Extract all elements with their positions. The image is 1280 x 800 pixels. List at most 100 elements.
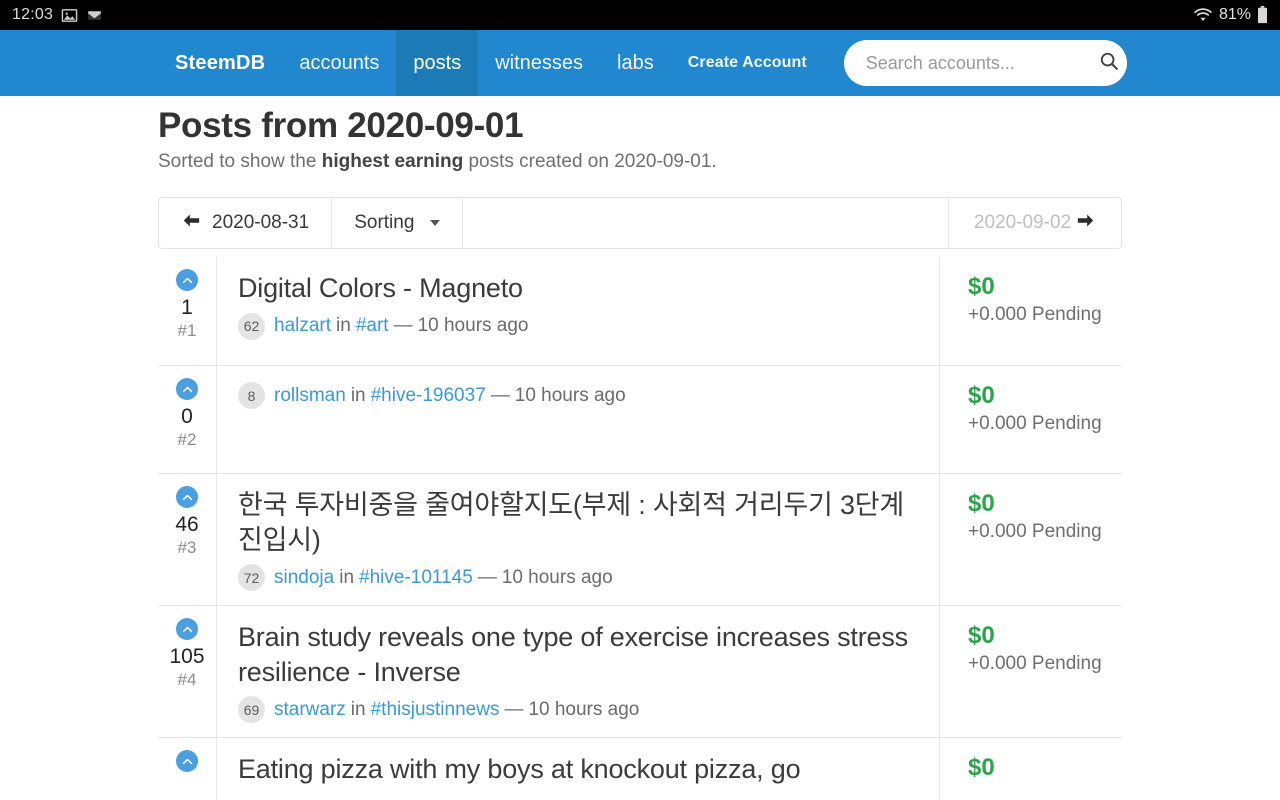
vote-column: 1 #1	[158, 257, 217, 365]
author-link[interactable]: rollsman	[274, 385, 346, 407]
payout-amount: $0	[968, 490, 995, 517]
chevron-down-icon	[430, 220, 441, 226]
post-title[interactable]: Brain study reveals one type of exercise…	[238, 620, 921, 689]
payout-column: $0 +0.000 Pending	[940, 366, 1122, 473]
date-toolbar: 2020-08-31 Sorting 2020-09-02	[158, 197, 1122, 249]
sorting-dropdown[interactable]: Sorting	[332, 198, 464, 248]
post-title[interactable]: Digital Colors - Magneto	[238, 271, 921, 306]
vote-column: 105 #4	[158, 606, 217, 738]
post-age: 10 hours ago	[417, 315, 529, 337]
post-body: Eating pizza with my boys at knockout pi…	[217, 738, 940, 800]
main-navbar: SteemDB accounts posts witnesses labs Cr…	[0, 30, 1280, 96]
nav-item-posts[interactable]: posts	[396, 30, 479, 96]
mail-icon	[86, 7, 103, 24]
vote-count: 105	[169, 645, 205, 669]
upvote-icon[interactable]	[176, 378, 198, 400]
post-title[interactable]: Eating pizza with my boys at knockout pi…	[238, 752, 921, 787]
post-meta: 72 sindoja in #hive-101145 — 10 hours ag…	[238, 564, 921, 592]
post-rank: #1	[177, 321, 197, 341]
tag-link[interactable]: #hive-196037	[371, 385, 486, 407]
status-bar: 12:03 81%	[0, 0, 1280, 30]
subtitle-prefix: Sorted to show the	[158, 151, 322, 172]
tag-link[interactable]: #hive-101145	[359, 567, 473, 589]
post-title[interactable]: 한국 투자비중을 줄여야할지도(부제 : 사회적 거리두기 3단계 진입시)	[238, 488, 921, 557]
reputation-badge: 72	[238, 564, 265, 592]
subtitle-emphasis: highest earning	[321, 151, 464, 172]
meta-in: in	[336, 315, 351, 337]
table-row[interactable]: 0 #2 8 rollsman in #hive-196037 — 10 hou…	[158, 365, 1122, 473]
prev-day-button[interactable]: 2020-08-31	[159, 198, 333, 248]
search-input[interactable]	[865, 52, 1098, 74]
reputation-badge: 62	[238, 312, 265, 340]
next-day-button[interactable]: 2020-09-02	[949, 198, 1121, 248]
meta-dash: —	[477, 566, 497, 588]
payout-column: $0 +0.000 Pending	[940, 257, 1122, 365]
table-row[interactable]: 46 #3 한국 투자비중을 줄여야할지도(부제 : 사회적 거리두기 3단계 …	[158, 473, 1122, 606]
post-body: 8 rollsman in #hive-196037 — 10 hours ag…	[217, 366, 940, 473]
vote-column: 0 #2	[158, 366, 217, 473]
page-subtitle: Sorted to show the highest earning posts…	[158, 151, 1122, 173]
payout-pending: +0.000 Pending	[968, 653, 1102, 675]
upvote-icon[interactable]	[176, 486, 198, 508]
payout-pending: +0.000 Pending	[968, 521, 1102, 542]
page-content: Posts from 2020-09-01 Sorted to show the…	[0, 106, 1280, 800]
post-body: 한국 투자비중을 줄여야할지도(부제 : 사회적 거리두기 3단계 진입시) 7…	[217, 474, 940, 606]
status-time: 12:03	[12, 6, 54, 23]
upvote-icon[interactable]	[176, 750, 198, 773]
post-rank: #4	[177, 670, 197, 690]
meta-in: in	[350, 698, 366, 720]
author-link[interactable]: halzart	[274, 315, 331, 337]
post-meta: 8 rollsman in #hive-196037 — 10 hours ag…	[238, 382, 921, 409]
wifi-icon	[1193, 7, 1213, 23]
search-box[interactable]	[843, 40, 1127, 86]
post-meta: 62 halzart in #art — 10 hours ago	[238, 312, 921, 340]
reputation-badge: 8	[238, 382, 265, 409]
nav-item-witnesses[interactable]: witnesses	[478, 30, 600, 96]
reputation-badge: 69	[238, 696, 265, 724]
meta-dash: —	[490, 384, 510, 406]
brand-link[interactable]: SteemDB	[158, 30, 282, 96]
upvote-icon[interactable]	[176, 618, 198, 641]
meta-in: in	[350, 384, 366, 406]
post-body: Brain study reveals one type of exercise…	[217, 606, 940, 738]
payout-pending: +0.000 Pending	[968, 413, 1102, 434]
search-icon[interactable]	[1098, 50, 1120, 77]
post-rank: #3	[177, 538, 197, 558]
post-age: 10 hours ago	[514, 384, 626, 406]
table-row[interactable]: Eating pizza with my boys at knockout pi…	[158, 737, 1122, 800]
post-rank: #2	[177, 430, 197, 450]
posts-list: 1 #1 Digital Colors - Magneto 62 halzart…	[158, 257, 1122, 800]
author-link[interactable]: sindoja	[274, 567, 334, 589]
upvote-icon[interactable]	[176, 269, 198, 291]
page-title: Posts from 2020-09-01	[158, 106, 524, 145]
image-icon	[61, 7, 78, 24]
prev-day-label: 2020-08-31	[212, 212, 310, 233]
payout-column: $0 +0.000 Pending	[940, 474, 1122, 605]
arrow-left-icon	[181, 212, 202, 235]
sorting-label: Sorting	[354, 212, 415, 233]
vote-column	[158, 738, 217, 800]
vote-column: 46 #3	[158, 474, 217, 606]
battery-icon	[1257, 6, 1268, 24]
author-link[interactable]: starwarz	[274, 699, 346, 721]
tag-link[interactable]: #art	[356, 315, 389, 337]
payout-amount: $0	[968, 754, 995, 782]
vote-count: 46	[175, 513, 199, 536]
post-age: 10 hours ago	[528, 698, 640, 720]
create-account-link[interactable]: Create Account	[671, 30, 824, 96]
vote-count: 1	[181, 296, 193, 319]
post-body: Digital Colors - Magneto 62 halzart in #…	[217, 257, 940, 365]
nav-item-labs[interactable]: labs	[600, 30, 671, 96]
post-age: 10 hours ago	[501, 566, 613, 588]
nav-item-accounts[interactable]: accounts	[282, 30, 396, 96]
table-row[interactable]: 105 #4 Brain study reveals one type of e…	[158, 605, 1122, 738]
payout-amount: $0	[968, 273, 995, 300]
payout-amount: $0	[968, 622, 995, 650]
payout-column: $0	[940, 738, 1122, 800]
table-row[interactable]: 1 #1 Digital Colors - Magneto 62 halzart…	[158, 257, 1122, 365]
subtitle-suffix: posts created on 2020-09-01.	[463, 151, 717, 172]
meta-dash: —	[393, 315, 413, 337]
vote-count: 0	[181, 405, 193, 428]
meta-in: in	[339, 566, 355, 588]
tag-link[interactable]: #thisjustinnews	[371, 699, 500, 721]
